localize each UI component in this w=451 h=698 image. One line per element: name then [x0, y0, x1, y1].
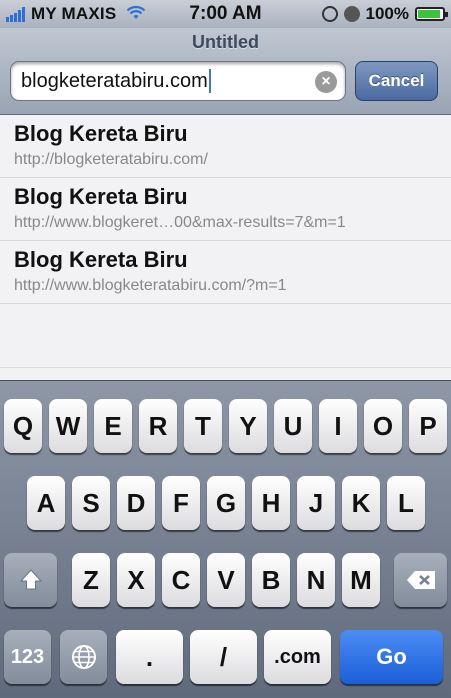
text-caret: [208, 69, 211, 93]
rotation-lock-icon: [321, 6, 338, 22]
page-title: Untitled: [192, 32, 259, 52]
key-j[interactable]: J: [297, 476, 335, 530]
key-h[interactable]: H: [252, 476, 290, 530]
key-s[interactable]: S: [72, 476, 110, 530]
key-r[interactable]: R: [139, 399, 177, 453]
suggestion-url: http://www.blogketeratabiru.com/?m=1: [14, 277, 287, 294]
suggestion-url: http://blogketeratabiru.com/: [14, 151, 208, 168]
key-g[interactable]: G: [207, 476, 245, 530]
numbers-key[interactable]: 123: [4, 630, 51, 684]
address-toolbar: Untitled blogketeratabiru.com × Cancel: [0, 28, 451, 115]
shift-key[interactable]: [4, 553, 57, 607]
key-z[interactable]: Z: [72, 553, 110, 607]
url-input[interactable]: blogketeratabiru.com ×: [10, 61, 346, 101]
key-c[interactable]: C: [162, 553, 200, 607]
period-key[interactable]: .: [116, 630, 183, 684]
go-button[interactable]: Go: [340, 630, 443, 684]
backspace-icon: [406, 571, 435, 589]
key-e[interactable]: E: [94, 399, 132, 453]
alarm-icon: [343, 6, 360, 22]
key-n[interactable]: N: [297, 553, 335, 607]
globe-icon: [71, 645, 96, 669]
key-p[interactable]: P: [409, 399, 447, 453]
key-q[interactable]: Q: [4, 399, 42, 453]
key-m[interactable]: M: [342, 553, 380, 607]
key-w[interactable]: W: [49, 399, 87, 453]
list-item[interactable]: Blog Kereta Biru http://www.blogketerata…: [0, 241, 451, 304]
key-a[interactable]: A: [27, 476, 65, 530]
key-o[interactable]: O: [364, 399, 402, 453]
key-v[interactable]: V: [207, 553, 245, 607]
dotcom-key[interactable]: .com: [264, 630, 331, 684]
key-k[interactable]: K: [342, 476, 380, 530]
slash-key[interactable]: /: [190, 630, 257, 684]
shift-icon: [19, 569, 42, 590]
key-d[interactable]: D: [117, 476, 155, 530]
key-f[interactable]: F: [162, 476, 200, 530]
carrier-name: MY MAXIS: [31, 4, 117, 23]
signal-strength-icon: [6, 6, 25, 22]
key-u[interactable]: U: [274, 399, 312, 453]
delete-key[interactable]: [394, 553, 447, 607]
key-l[interactable]: L: [387, 476, 425, 530]
list-item[interactable]: Blog Kereta Biru http://blogketeratabiru…: [0, 115, 451, 178]
key-x[interactable]: X: [117, 553, 155, 607]
clear-icon[interactable]: ×: [315, 71, 337, 93]
keyboard: Q W E R T Y U I O P A S D F G H J K L Z …: [0, 380, 451, 698]
status-bar: MY MAXIS 7:00 AM 100%: [0, 0, 451, 28]
wifi-icon: [126, 4, 146, 25]
suggestion-list: Blog Kereta Biru http://blogketeratabiru…: [0, 115, 451, 380]
url-text: blogketeratabiru.com: [21, 69, 208, 92]
suggestion-title: Blog Kereta Biru: [14, 247, 188, 272]
suggestion-title: Blog Kereta Biru: [14, 184, 188, 209]
key-b[interactable]: B: [252, 553, 290, 607]
cancel-button[interactable]: Cancel: [355, 61, 438, 101]
key-t[interactable]: T: [184, 399, 222, 453]
battery-percentage: 100%: [365, 4, 409, 23]
divider: [0, 367, 451, 368]
list-item[interactable]: Blog Kereta Biru http://www.blogkeret…00…: [0, 178, 451, 241]
key-y[interactable]: Y: [229, 399, 267, 453]
suggestion-title: Blog Kereta Biru: [14, 121, 188, 146]
globe-key[interactable]: [60, 630, 107, 684]
suggestion-url: http://www.blogkeret…00&max-results=7&m=…: [14, 214, 346, 231]
battery-icon: [415, 7, 448, 21]
key-i[interactable]: I: [319, 399, 357, 453]
